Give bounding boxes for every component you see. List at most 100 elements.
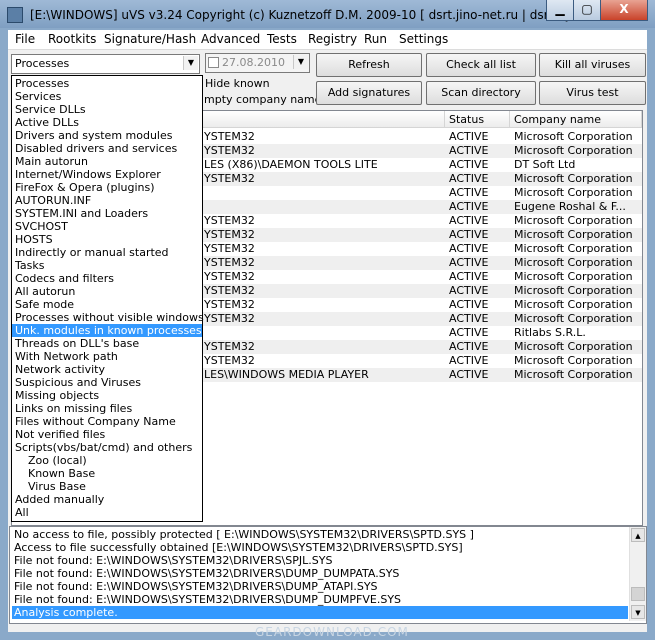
menu-advanced[interactable]: Advanced <box>201 32 260 46</box>
dropdown-item[interactable]: Processes <box>12 77 202 90</box>
dropdown-item[interactable]: Missing objects <box>12 389 202 402</box>
cell-status: ACTIVE <box>449 242 489 255</box>
cell-status: ACTIVE <box>449 368 489 381</box>
virus-test-button[interactable]: Virus test <box>539 81 646 105</box>
dropdown-item[interactable]: Indirectly or manual started <box>12 246 202 259</box>
cell-status: ACTIVE <box>449 312 489 325</box>
dropdown-item[interactable]: AUTORUN.INF <box>12 194 202 207</box>
check-all-button[interactable]: Check all list <box>426 53 536 77</box>
dropdown-item[interactable]: Threads on DLL's base <box>12 337 202 350</box>
app-window: [E:\WINDOWS] uVS v3.24 Copyright (c) Kuz… <box>0 0 655 640</box>
cell-company: Microsoft Corporation <box>514 298 633 311</box>
client-area: File Rootkits Signature/Hash Advanced Te… <box>8 30 647 632</box>
cell-status: ACTIVE <box>449 256 489 269</box>
cell-company: Microsoft Corporation <box>514 340 633 353</box>
calendar-dropdown-icon[interactable]: ▼ <box>293 55 308 69</box>
view-select[interactable]: Processes ▼ <box>11 54 200 74</box>
scroll-down-icon[interactable]: ▼ <box>631 605 645 619</box>
menu-run[interactable]: Run <box>364 32 387 46</box>
dropdown-item[interactable]: Known Base <box>12 467 202 480</box>
dropdown-item[interactable]: Scripts(vbs/bat/cmd) and others <box>12 441 202 454</box>
dropdown-item[interactable]: Network activity <box>12 363 202 376</box>
cell-status: ACTIVE <box>449 284 489 297</box>
dropdown-item[interactable]: Virus Base <box>12 480 202 493</box>
maximize-button[interactable]: ▢ <box>573 0 601 21</box>
cell-company: Microsoft Corporation <box>514 368 633 381</box>
dropdown-item[interactable]: Links on missing files <box>12 402 202 415</box>
column-header-company[interactable]: Company name <box>510 111 642 128</box>
minimize-button[interactable]: ▁ <box>546 0 574 21</box>
cell-company: Microsoft Corporation <box>514 312 633 325</box>
dropdown-item[interactable]: Tasks <box>12 259 202 272</box>
cell-status: ACTIVE <box>449 228 489 241</box>
dropdown-item[interactable]: Drivers and system modules <box>12 129 202 142</box>
dropdown-item[interactable]: Added manually <box>12 493 202 506</box>
dropdown-item[interactable]: Not verified files <box>12 428 202 441</box>
log-line[interactable]: File not found: E:\WINDOWS\SYSTEM32\DRIV… <box>12 567 628 580</box>
cell-company: Microsoft Corporation <box>514 270 633 283</box>
dropdown-item[interactable]: All autorun <box>12 285 202 298</box>
close-button[interactable]: X <box>600 0 648 21</box>
cell-company: Ritlabs S.R.L. <box>514 326 586 339</box>
menu-tests[interactable]: Tests <box>267 32 297 46</box>
title-bar[interactable]: [E:\WINDOWS] uVS v3.24 Copyright (c) Kuz… <box>0 0 655 28</box>
menu-bar: File Rootkits Signature/Hash Advanced Te… <box>8 30 647 50</box>
menu-signature-hash[interactable]: Signature/Hash <box>104 32 196 46</box>
dropdown-item[interactable]: Processes without visible windows <box>12 311 204 324</box>
menu-settings[interactable]: Settings <box>399 32 448 46</box>
cell-company: Microsoft Corporation <box>514 144 633 157</box>
chevron-down-icon[interactable]: ▼ <box>183 56 198 70</box>
cell-path: YSTEM32 <box>204 144 255 157</box>
column-header-status[interactable]: Status <box>445 111 510 128</box>
cell-company: Microsoft Corporation <box>514 214 633 227</box>
dropdown-item[interactable]: Files without Company Name <box>12 415 202 428</box>
dropdown-item[interactable]: Disabled drivers and services <box>12 142 202 155</box>
log-line[interactable]: Access to file successfully obtained [E:… <box>12 541 628 554</box>
date-picker[interactable]: 27.08.2010 ▼ <box>205 53 310 73</box>
menu-rootkits[interactable]: Rootkits <box>48 32 96 46</box>
log-line[interactable]: Analysis complete. <box>12 606 628 619</box>
menu-registry[interactable]: Registry <box>308 32 357 46</box>
cell-path: YSTEM32 <box>204 228 255 241</box>
dropdown-item[interactable]: Unk. modules in known processes <box>12 324 202 337</box>
dropdown-item[interactable]: Services <box>12 90 202 103</box>
refresh-button[interactable]: Refresh <box>316 53 422 77</box>
log-line[interactable]: File not found: E:\WINDOWS\SYSTEM32\DRIV… <box>12 593 628 606</box>
dropdown-item[interactable]: Suspicious and Viruses <box>12 376 202 389</box>
log-line[interactable]: File not found: E:\WINDOWS\SYSTEM32\DRIV… <box>12 554 628 567</box>
scan-directory-button[interactable]: Scan directory <box>426 81 536 105</box>
dropdown-item[interactable]: FireFox & Opera (plugins) <box>12 181 202 194</box>
cell-company: Microsoft Corporation <box>514 228 633 241</box>
dropdown-item[interactable]: All <box>12 506 202 519</box>
cell-path: YSTEM32 <box>204 298 255 311</box>
view-select-dropdown[interactable]: Processes Services Service DLLs Active DLLs… <box>11 75 204 522</box>
dropdown-item[interactable]: Internet/Windows Explorer <box>12 168 202 181</box>
app-icon <box>7 7 23 23</box>
dropdown-item[interactable]: Service DLLs <box>12 103 202 116</box>
cell-company: Microsoft Corporation <box>514 172 633 185</box>
dropdown-item[interactable]: SYSTEM.INI and Loaders <box>12 207 202 220</box>
window-title: [E:\WINDOWS] uVS v3.24 Copyright (c) Kuz… <box>30 8 613 22</box>
log-line[interactable]: No access to file, possibly protected [ … <box>12 528 628 541</box>
dropdown-item[interactable]: Codecs and filters <box>12 272 202 285</box>
menu-file[interactable]: File <box>15 32 35 46</box>
cell-company: Microsoft Corporation <box>514 130 633 143</box>
dropdown-item[interactable]: With Network path <box>12 350 202 363</box>
cell-company: Microsoft Corporation <box>514 284 633 297</box>
cell-status: ACTIVE <box>449 172 489 185</box>
log-line[interactable]: File not found: E:\WINDOWS\SYSTEM32\DRIV… <box>12 580 628 593</box>
scroll-up-icon[interactable]: ▲ <box>631 528 645 542</box>
add-signatures-button[interactable]: Add signatures <box>316 81 422 105</box>
dropdown-item[interactable]: Safe mode <box>12 298 202 311</box>
dropdown-item[interactable]: Active DLLs <box>12 116 202 129</box>
dropdown-item[interactable]: SVCHOST <box>12 220 202 233</box>
date-checkbox[interactable] <box>208 57 219 68</box>
log-panel[interactable]: No access to file, possibly protected [ … <box>9 526 647 624</box>
scroll-thumb[interactable] <box>631 587 645 601</box>
dropdown-item[interactable]: HOSTS <box>12 233 202 246</box>
log-scrollbar[interactable]: ▲ ▼ <box>629 527 646 621</box>
dropdown-item[interactable]: Main autorun <box>12 155 202 168</box>
dropdown-item[interactable]: Zoo (local) <box>12 454 202 467</box>
kill-all-viruses-button[interactable]: Kill all viruses <box>539 53 646 77</box>
cell-status: ACTIVE <box>449 214 489 227</box>
